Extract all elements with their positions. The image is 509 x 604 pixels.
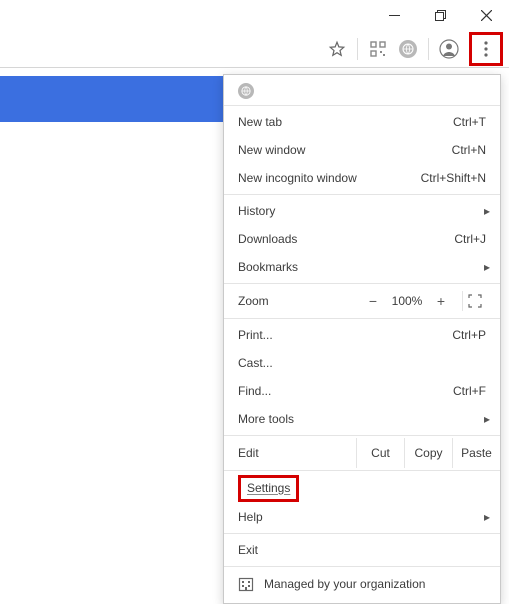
menu-label: Downloads — [238, 232, 454, 246]
menu-shortcut: Ctrl+T — [453, 115, 486, 129]
menu-label: History — [238, 204, 486, 218]
menu-label: More tools — [238, 412, 486, 426]
window-minimize-button[interactable] — [371, 0, 417, 30]
menu-label: Help — [238, 510, 486, 524]
menu-shortcut: Ctrl+J — [454, 232, 486, 246]
menu-print[interactable]: Print... Ctrl+P — [224, 321, 500, 349]
edit-cut-button[interactable]: Cut — [356, 438, 404, 468]
menu-divider — [224, 318, 500, 319]
menu-label: Cast... — [238, 356, 486, 370]
menu-label: Managed by your organization — [264, 577, 425, 591]
menu-label: Bookmarks — [238, 260, 486, 274]
menu-exit[interactable]: Exit — [224, 536, 500, 564]
menu-label: Find... — [238, 384, 453, 398]
menu-divider — [224, 533, 500, 534]
fullscreen-button[interactable] — [462, 291, 486, 311]
menu-divider — [224, 194, 500, 195]
menu-divider — [224, 566, 500, 567]
menu-shortcut: Ctrl+N — [452, 143, 486, 157]
menu-new-incognito[interactable]: New incognito window Ctrl+Shift+N — [224, 164, 500, 192]
menu-managed-by-org[interactable]: Managed by your organization — [224, 569, 500, 599]
chrome-main-menu: New tab Ctrl+T New window Ctrl+N New inc… — [223, 74, 501, 604]
chevron-right-icon: ▸ — [484, 260, 490, 274]
menu-divider — [224, 470, 500, 471]
page-content-strip — [0, 76, 226, 122]
menu-shortcut: Ctrl+F — [453, 384, 486, 398]
menu-shortcut: Ctrl+P — [452, 328, 486, 342]
qr-extension-icon[interactable] — [368, 39, 388, 59]
menu-cast[interactable]: Cast... — [224, 349, 500, 377]
chevron-right-icon: ▸ — [484, 204, 490, 218]
menu-new-tab[interactable]: New tab Ctrl+T — [224, 108, 500, 136]
menu-label: Print... — [238, 328, 452, 342]
three-dots-icon — [484, 41, 488, 57]
bookmark-star-icon[interactable] — [327, 39, 347, 59]
chevron-right-icon: ▸ — [484, 510, 490, 524]
menu-shortcut: Ctrl+Shift+N — [421, 171, 486, 185]
profile-avatar-icon[interactable] — [439, 39, 459, 59]
menu-divider — [224, 283, 500, 284]
menu-label: Exit — [238, 543, 486, 557]
menu-settings[interactable]: Settings — [224, 473, 500, 503]
more-menu-button[interactable] — [476, 39, 496, 59]
menu-divider — [224, 435, 500, 436]
browser-toolbar — [0, 30, 509, 68]
toolbar-separator — [428, 38, 429, 60]
toolbar-separator — [357, 38, 358, 60]
extension-indicator[interactable] — [224, 79, 500, 103]
window-close-button[interactable] — [463, 0, 509, 30]
menu-bookmarks[interactable]: Bookmarks ▸ — [224, 253, 500, 281]
menu-new-window[interactable]: New window Ctrl+N — [224, 136, 500, 164]
zoom-in-button[interactable]: + — [428, 293, 454, 309]
extension-icon[interactable] — [398, 39, 418, 59]
menu-edit-row: Edit Cut Copy Paste — [224, 438, 500, 468]
globe-icon — [238, 83, 254, 99]
zoom-out-button[interactable]: − — [360, 293, 386, 309]
menu-downloads[interactable]: Downloads Ctrl+J — [224, 225, 500, 253]
edit-copy-button[interactable]: Copy — [404, 438, 452, 468]
menu-label: New tab — [238, 115, 453, 129]
menu-more-tools[interactable]: More tools ▸ — [224, 405, 500, 433]
menu-label: Settings — [247, 481, 290, 495]
menu-help[interactable]: Help ▸ — [224, 503, 500, 531]
chevron-right-icon: ▸ — [484, 412, 490, 426]
menu-divider — [224, 105, 500, 106]
window-titlebar — [0, 0, 509, 30]
more-menu-highlight — [469, 32, 503, 66]
fullscreen-icon — [468, 294, 482, 308]
organization-icon — [238, 576, 254, 592]
menu-label: New window — [238, 143, 452, 157]
menu-label: Zoom — [238, 294, 360, 308]
menu-zoom: Zoom − 100% + — [224, 286, 500, 316]
menu-history[interactable]: History ▸ — [224, 197, 500, 225]
edit-paste-button[interactable]: Paste — [452, 438, 500, 468]
globe-icon — [399, 40, 417, 58]
menu-find[interactable]: Find... Ctrl+F — [224, 377, 500, 405]
zoom-value: 100% — [386, 294, 428, 308]
window-maximize-button[interactable] — [417, 0, 463, 30]
settings-highlight: Settings — [238, 475, 299, 502]
menu-label: Edit — [224, 438, 356, 468]
menu-label: New incognito window — [238, 171, 421, 185]
